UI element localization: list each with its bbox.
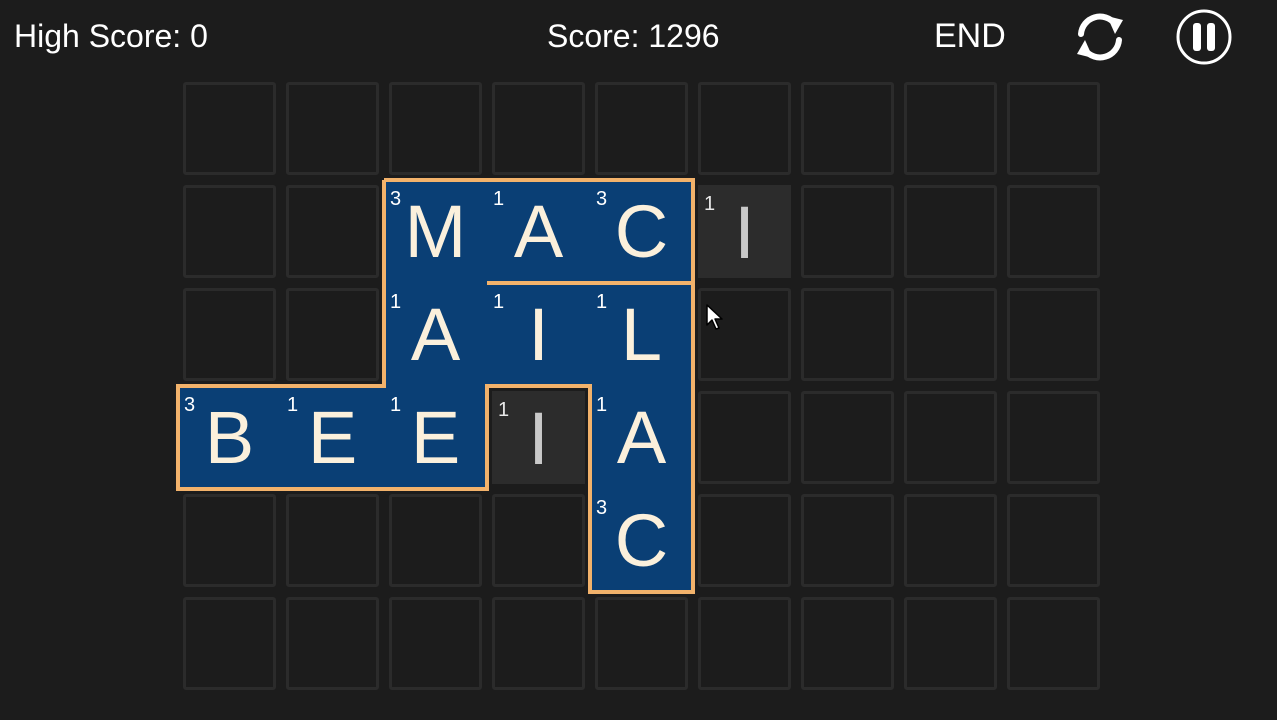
tile-letter: I	[734, 191, 755, 274]
selected-letter-tile[interactable]: 1A	[384, 283, 487, 386]
board-cell[interactable]	[286, 288, 379, 381]
selected-letter-tile[interactable]: 1A	[590, 386, 693, 489]
letter-tile[interactable]: 1I	[698, 185, 791, 278]
tile-letter: B	[204, 396, 255, 479]
tile-letter: A	[513, 190, 564, 273]
board-cell[interactable]	[492, 82, 585, 175]
tile-letter: C	[614, 190, 669, 273]
board-cell[interactable]	[286, 494, 379, 587]
board-cell[interactable]	[492, 494, 585, 587]
selected-letter-tile[interactable]: 1E	[281, 386, 384, 489]
board-cell[interactable]	[1007, 494, 1100, 587]
board-cell[interactable]	[492, 597, 585, 690]
selected-letter-tile[interactable]: 1A	[487, 180, 590, 283]
restart-icon	[1077, 13, 1123, 61]
board-cell[interactable]	[801, 288, 894, 381]
tile-letter: C	[614, 499, 669, 582]
board-cell[interactable]	[183, 185, 276, 278]
tile-letter: L	[620, 293, 663, 376]
board-cell[interactable]	[183, 82, 276, 175]
board-cell[interactable]	[595, 82, 688, 175]
board-cell[interactable]	[286, 597, 379, 690]
tile-letter: A	[410, 293, 461, 376]
game-board: 3M1A3C1I1A1I1L3B1E1E1I1A3C	[0, 0, 1277, 720]
tile-letter: E	[307, 396, 358, 479]
board-cell[interactable]	[698, 391, 791, 484]
board-cell[interactable]	[698, 494, 791, 587]
board-cell[interactable]	[801, 185, 894, 278]
board-cell[interactable]	[801, 597, 894, 690]
tile-letter: A	[616, 396, 667, 479]
selected-letter-tile[interactable]: 3C	[590, 489, 693, 592]
board-cell[interactable]	[1007, 597, 1100, 690]
board-cell[interactable]	[595, 597, 688, 690]
tile-letter: I	[528, 293, 549, 376]
end-button[interactable]: END	[930, 15, 1010, 57]
selected-letter-tile[interactable]: 3C	[590, 180, 693, 283]
pause-button[interactable]	[1174, 7, 1234, 67]
board-cell[interactable]	[904, 288, 997, 381]
selected-letter-tile[interactable]: 3B	[178, 386, 281, 489]
game-screen: 3M1A3C1I1A1I1L3B1E1E1I1A3C High Score: 0…	[0, 0, 1277, 720]
board-cell[interactable]	[1007, 391, 1100, 484]
board-cell[interactable]	[904, 391, 997, 484]
selected-letter-tile[interactable]: 1E	[384, 386, 487, 489]
board-cell[interactable]	[1007, 288, 1100, 381]
board-cell[interactable]	[1007, 82, 1100, 175]
board-cell[interactable]	[801, 82, 894, 175]
board-cell[interactable]	[698, 288, 791, 381]
tile-letter: I	[528, 397, 549, 480]
tile-letter: M	[404, 190, 467, 273]
board-cell[interactable]	[389, 82, 482, 175]
board-cell[interactable]	[801, 494, 894, 587]
board-cell[interactable]	[801, 391, 894, 484]
pause-icon	[1176, 9, 1232, 65]
board-cell[interactable]	[904, 494, 997, 587]
restart-button[interactable]	[1071, 8, 1129, 66]
selected-letter-tile[interactable]: 1I	[487, 283, 590, 386]
board-cell[interactable]	[183, 494, 276, 587]
board-cell[interactable]	[904, 82, 997, 175]
board-cell[interactable]	[389, 494, 482, 587]
letter-tile[interactable]: 1I	[492, 391, 585, 484]
board-cell[interactable]	[698, 82, 791, 175]
tile-letter: E	[410, 396, 461, 479]
board-cell[interactable]	[286, 185, 379, 278]
board-cell[interactable]	[904, 597, 997, 690]
board-cell[interactable]	[904, 185, 997, 278]
board-cell[interactable]	[183, 597, 276, 690]
board-cell[interactable]	[183, 288, 276, 381]
score-label: Score: 1296	[547, 18, 720, 54]
board-cell[interactable]	[286, 82, 379, 175]
board-cell[interactable]	[1007, 185, 1100, 278]
board-cell[interactable]	[698, 597, 791, 690]
board-cell[interactable]	[389, 597, 482, 690]
selected-letter-tile[interactable]: 3M	[384, 180, 487, 283]
selected-letter-tile[interactable]: 1L	[590, 283, 693, 386]
high-score-label: High Score: 0	[14, 18, 208, 54]
